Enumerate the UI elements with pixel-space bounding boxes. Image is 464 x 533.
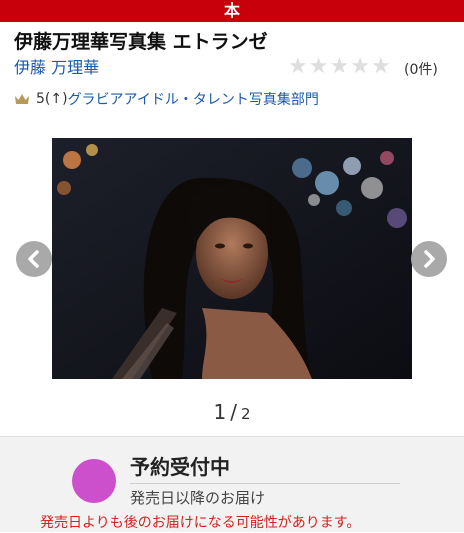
- delivery-warning: 発売日よりも後のお届けになる可能性があります。: [40, 515, 361, 531]
- ranking-row: 5(↑) グラビアアイドル・タレント写真集部門: [14, 88, 319, 110]
- previous-image-button[interactable]: [16, 241, 52, 277]
- rank-category-link[interactable]: グラビアアイドル・タレント写真集部門: [68, 89, 319, 109]
- pager-current: 1: [213, 400, 227, 424]
- pager-total: 2: [240, 405, 251, 423]
- category-label: 本: [223, 1, 240, 20]
- image-pager: 1/2: [0, 400, 464, 424]
- product-title: 伊藤万理華写真集 エトランゼ: [14, 31, 268, 53]
- status-dot-icon: [72, 459, 116, 503]
- next-image-button[interactable]: [411, 241, 447, 277]
- rank-number: 5(↑): [36, 91, 68, 107]
- delivery-label: 発売日以降のお届け: [130, 489, 266, 507]
- category-header: 本: [0, 0, 464, 22]
- review-count[interactable]: (0件): [404, 59, 438, 81]
- status-divider: [130, 483, 400, 484]
- chevron-left-icon: [28, 250, 39, 268]
- product-photo[interactable]: [52, 138, 412, 379]
- star-icon: ★: [370, 54, 391, 79]
- star-icon: ★: [350, 54, 370, 79]
- chevron-right-icon: [424, 250, 435, 268]
- author-link[interactable]: 伊藤 万理華: [14, 57, 99, 79]
- cover-photo-image: [52, 138, 412, 379]
- availability-panel: 予約受付中 発売日以降のお届け 発売日よりも後のお届けになる可能性があります。: [0, 436, 464, 532]
- star-icon: ★: [329, 54, 350, 79]
- star-icon: ★: [308, 54, 329, 79]
- crown-icon: [15, 94, 29, 104]
- star-icon: ★: [288, 54, 308, 79]
- status-label: 予約受付中: [130, 455, 230, 479]
- rating-stars[interactable]: ★ ★ ★ ★ ★: [288, 55, 392, 79]
- pager-separator: /: [230, 400, 237, 424]
